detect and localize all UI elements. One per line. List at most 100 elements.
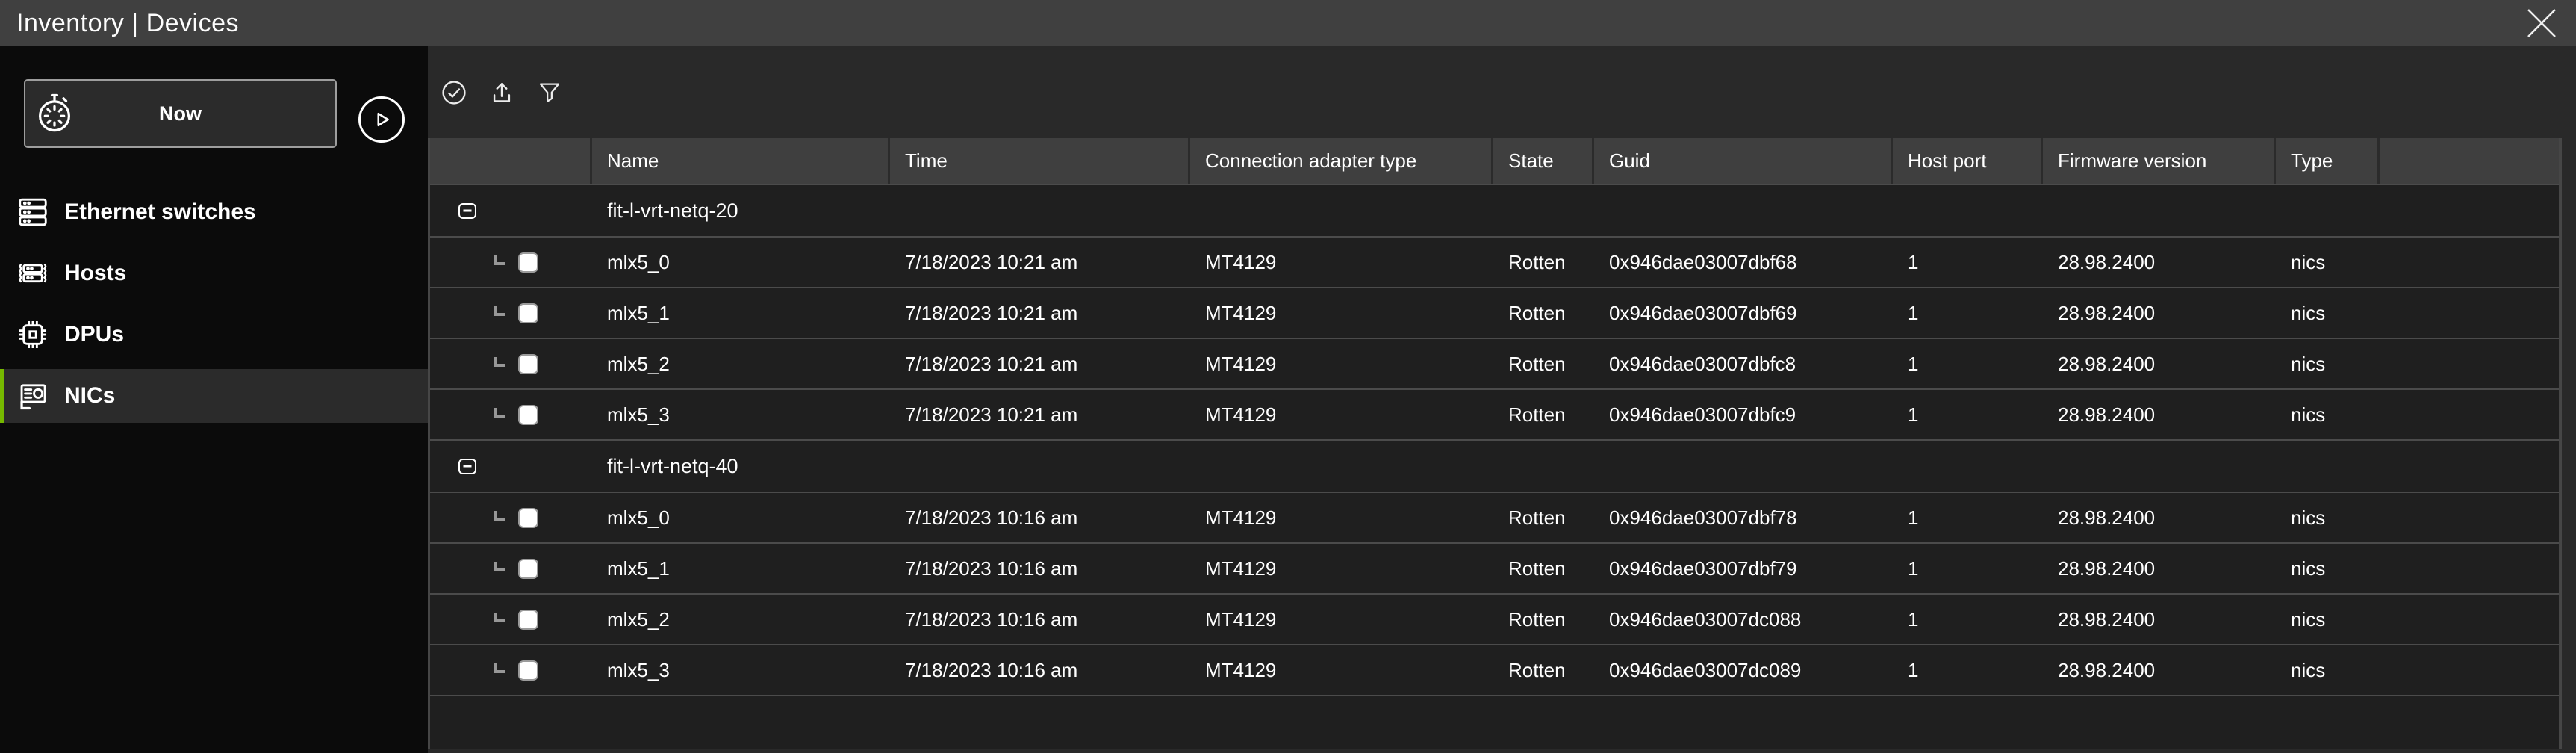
device-row: mlx5_07/18/2023 10:16 amMT4129Rotten0x94… (430, 492, 2559, 542)
child-branch-icon (494, 663, 505, 673)
cell-adapter: MT4129 (1190, 403, 1493, 427)
cell-time: 7/18/2023 10:21 am (890, 403, 1190, 427)
cell-adapter: MT4129 (1190, 251, 1493, 274)
column-header-name[interactable]: Name (592, 138, 890, 184)
validate-button[interactable] (440, 78, 468, 107)
cell-name: mlx5_0 (592, 506, 890, 530)
row-checkbox[interactable] (518, 559, 538, 579)
row-checkbox[interactable] (518, 610, 538, 630)
cell-host_port: 1 (1893, 353, 2043, 376)
cell-time: 7/18/2023 10:16 am (890, 506, 1190, 530)
app-window: Inventory | Devices (0, 0, 2576, 753)
row-select-cell (430, 303, 592, 323)
cell-host_port: 1 (1893, 506, 2043, 530)
time-picker-button[interactable]: Now (24, 79, 337, 148)
cell-firmware: 28.98.2400 (2043, 608, 2276, 631)
cell-type: nics (2276, 251, 2380, 274)
device-row: mlx5_37/18/2023 10:21 amMT4129Rotten0x94… (430, 388, 2559, 439)
cell-firmware: 28.98.2400 (2043, 659, 2276, 682)
validate-check-icon (441, 79, 467, 106)
close-button[interactable] (2524, 6, 2559, 40)
group-select-cell (430, 203, 592, 219)
cell-firmware: 28.98.2400 (2043, 506, 2276, 530)
column-header-state[interactable]: State (1493, 138, 1594, 184)
cell-state: Rotten (1493, 557, 1594, 580)
play-icon (369, 107, 394, 132)
cell-type: nics (2276, 608, 2380, 631)
column-header-adapter[interactable]: Connection adapter type (1190, 138, 1493, 184)
cell-type: nics (2276, 302, 2380, 325)
export-button[interactable] (488, 78, 516, 107)
filter-button[interactable] (535, 78, 564, 107)
cell-host_port: 1 (1893, 659, 2043, 682)
cell-state: Rotten (1493, 608, 1594, 631)
cell-state: Rotten (1493, 403, 1594, 427)
cell-adapter: MT4129 (1190, 506, 1493, 530)
cell-guid: 0x946dae03007dbf78 (1594, 506, 1893, 530)
cell-state: Rotten (1493, 302, 1594, 325)
row-checkbox[interactable] (518, 354, 538, 374)
cell-time: 7/18/2023 10:16 am (890, 608, 1190, 631)
row-checkbox[interactable] (518, 303, 538, 323)
column-header-host_port[interactable]: Host port (1893, 138, 2043, 184)
cell-name: mlx5_3 (592, 403, 890, 427)
child-branch-icon (494, 306, 505, 316)
child-branch-icon (494, 255, 505, 265)
cell-state: Rotten (1493, 506, 1594, 530)
collapse-group-icon[interactable] (458, 459, 476, 474)
cell-adapter: MT4129 (1190, 353, 1493, 376)
cell-name: mlx5_1 (592, 302, 890, 325)
sidebar-item-label: Hosts (64, 261, 126, 286)
cell-type: nics (2276, 353, 2380, 376)
cell-host_port: 1 (1893, 403, 2043, 427)
column-header-type[interactable]: Type (2276, 138, 2380, 184)
cell-time: 7/18/2023 10:21 am (890, 302, 1190, 325)
device-row: mlx5_07/18/2023 10:21 amMT4129Rotten0x94… (430, 236, 2559, 287)
row-select-cell (430, 508, 592, 528)
child-branch-icon (494, 613, 505, 622)
sidebar-item-nics[interactable]: NICs (0, 369, 428, 423)
sidebar-item-label: NICs (64, 383, 115, 409)
time-picker-value: Now (159, 102, 202, 126)
filter-icon (536, 79, 563, 106)
sidebar-item-hosts[interactable]: Hosts (0, 247, 428, 300)
cell-host_port: 1 (1893, 608, 2043, 631)
row-checkbox[interactable] (518, 252, 538, 273)
column-header-time[interactable]: Time (890, 138, 1190, 184)
column-header-empty (430, 138, 592, 184)
row-checkbox[interactable] (518, 405, 538, 425)
dpu-icon (16, 317, 50, 352)
row-checkbox[interactable] (518, 660, 538, 681)
collapse-group-icon[interactable] (458, 203, 476, 219)
device-row: mlx5_27/18/2023 10:16 amMT4129Rotten0x94… (430, 593, 2559, 644)
child-branch-icon (494, 408, 505, 418)
cell-guid: 0x946dae03007dc089 (1594, 659, 1893, 682)
hosts-icon (16, 256, 50, 291)
row-select-cell (430, 252, 592, 273)
row-select-cell (430, 559, 592, 579)
top-bar: Inventory | Devices (0, 0, 2576, 46)
sidebar-item-ethernet-switches[interactable]: Ethernet switches (0, 185, 428, 239)
sidebar: Now (0, 46, 428, 753)
sidebar-item-dpus[interactable]: DPUs (0, 308, 428, 362)
table-filler (430, 695, 2559, 749)
device-row: mlx5_27/18/2023 10:21 amMT4129Rotten0x94… (430, 338, 2559, 388)
group-row: fit-l-vrt-netq-40 (430, 439, 2559, 492)
cell-host_port: 1 (1893, 557, 2043, 580)
nic-icon (16, 379, 50, 413)
cell-guid: 0x946dae03007dc088 (1594, 608, 1893, 631)
cell-firmware: 28.98.2400 (2043, 557, 2276, 580)
page-title: Inventory | Devices (16, 0, 239, 46)
row-checkbox[interactable] (518, 508, 538, 528)
column-header-guid[interactable]: Guid (1594, 138, 1893, 184)
cell-name: mlx5_3 (592, 659, 890, 682)
cell-firmware: 28.98.2400 (2043, 403, 2276, 427)
play-button[interactable] (358, 96, 405, 143)
cell-guid: 0x946dae03007dbfc9 (1594, 403, 1893, 427)
cell-adapter: MT4129 (1190, 302, 1493, 325)
devices-table: NameTimeConnection adapter typeStateGuid… (428, 138, 2562, 749)
table-toolbar (428, 46, 564, 138)
table-header-row: NameTimeConnection adapter typeStateGuid… (430, 138, 2559, 184)
column-header-firmware[interactable]: Firmware version (2043, 138, 2276, 184)
row-select-cell (430, 354, 592, 374)
